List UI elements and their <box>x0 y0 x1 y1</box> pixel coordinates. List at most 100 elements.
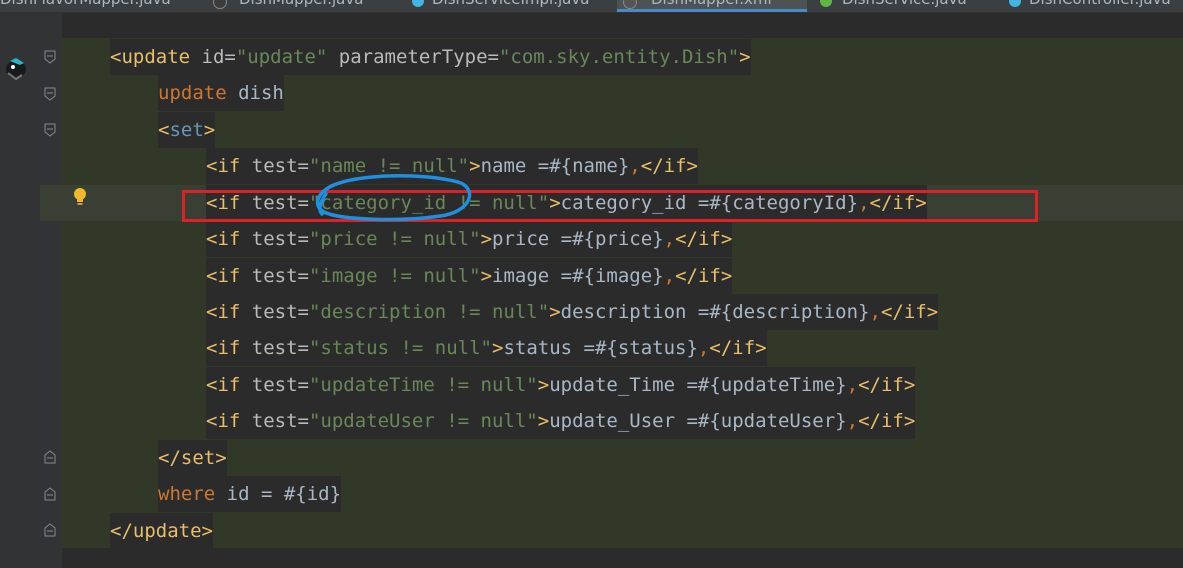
tab-dishserviceimpl[interactable]: DishServiceImpl.java <box>400 0 610 12</box>
attr-name: test= <box>240 337 309 359</box>
code-line: update dish <box>158 75 284 111</box>
fold-marker-icon[interactable] <box>44 450 56 464</box>
attr-name: test= <box>240 228 309 250</box>
attr-name: test= <box>240 410 309 432</box>
attr-name: parameterType= <box>327 46 499 68</box>
comma: , <box>663 265 676 287</box>
tag-close: </if> <box>675 228 733 250</box>
code-line: <update id="update" parameterType="com.s… <box>110 39 751 75</box>
tab-label: DishController.java <box>1029 0 1171 8</box>
attr-value: "update" <box>235 46 328 68</box>
xml-file-icon <box>623 0 637 9</box>
java-interface-icon <box>213 0 227 9</box>
tag-open: <if <box>206 337 241 359</box>
tag-gt: > <box>480 228 493 250</box>
fold-marker-icon[interactable] <box>44 123 56 137</box>
fold-marker-icon[interactable] <box>44 487 56 501</box>
tag-close: </if> <box>675 265 733 287</box>
editor-gutter <box>0 13 62 568</box>
sql-keyword: update <box>158 82 227 104</box>
tab-label: DishFlavorMapper.java <box>0 0 171 8</box>
code-line: <set> <box>158 112 216 148</box>
tag-close: </if> <box>709 337 767 359</box>
attr-value: "price != null" <box>308 228 481 250</box>
tag-close: </if> <box>880 301 939 323</box>
attr-value: "image != null" <box>308 265 481 287</box>
attr-value: "description != null" <box>308 301 550 323</box>
attr-name: test= <box>240 301 309 323</box>
code-editor[interactable]: < update id="update" parameterType="com.s… <box>40 13 1183 568</box>
attr-value: "updateTime != null" <box>308 374 538 396</box>
tag-open: <if <box>206 155 241 177</box>
tag-gt: > <box>739 46 751 68</box>
if-line: <if test="description != null">descripti… <box>206 294 939 330</box>
tag-close: </if> <box>640 155 698 177</box>
fold-marker-icon[interactable] <box>44 523 56 537</box>
comma: , <box>663 228 676 250</box>
attr-value: "updateUser != null" <box>308 410 538 432</box>
sql-text: name =#{name} <box>480 155 630 177</box>
attr-name: id= <box>190 46 236 68</box>
attr-value: "status != null" <box>308 337 492 359</box>
tag-gt: > <box>203 119 216 141</box>
tag-lt: < <box>158 119 170 141</box>
attr-name: test= <box>240 155 309 177</box>
comma: , <box>846 374 859 396</box>
if-line: <if test="status != null">status =#{stat… <box>206 330 767 366</box>
tag-name: set <box>169 119 204 141</box>
tag-open: <if <box>206 301 241 323</box>
tab-dishservice[interactable]: DishService.java <box>812 0 1002 12</box>
comma: , <box>629 155 641 177</box>
sql-text: image =#{image} <box>492 265 664 287</box>
java-interface-icon <box>820 0 832 7</box>
tab-label: DishMapper.xml <box>651 0 772 8</box>
annotation-scribble <box>310 166 480 230</box>
java-class-icon <box>412 0 424 7</box>
comma: , <box>846 410 859 432</box>
sql-text: status =#{status} <box>503 337 698 359</box>
fold-marker-icon[interactable] <box>44 87 56 101</box>
tag-close: </if> <box>858 410 916 432</box>
active-tab-indicator <box>617 9 807 12</box>
if-line: <if test="image != null">image =#{image}… <box>206 258 733 294</box>
fold-marker-icon[interactable] <box>44 50 56 64</box>
tag-open: <if <box>206 265 241 287</box>
tag-gt: > <box>537 374 550 396</box>
comma: , <box>869 301 881 323</box>
plugin-logo-icon <box>2 55 30 87</box>
attr-name: test= <box>240 374 309 396</box>
intention-bulb-icon[interactable] <box>72 187 88 211</box>
tag-gt: > <box>480 265 493 287</box>
tag-gt: > <box>549 301 561 323</box>
tag-close: </if> <box>858 374 916 396</box>
tab-label: DishService.java <box>842 0 967 8</box>
attr-name: test= <box>240 265 309 287</box>
code-line: </update> <box>110 513 213 549</box>
tab-dishflavormapper[interactable]: DishFlavorMapper.java <box>0 0 190 12</box>
tab-dishcontroller[interactable]: DishController.java <box>1005 0 1183 12</box>
sql-text: update_User =#{updateUser} <box>549 410 847 432</box>
sql-text: dish <box>226 82 284 104</box>
tag-open: <if <box>206 374 241 396</box>
editor-tab-bar: DishFlavorMapper.java DishMapper.java Di… <box>0 0 1183 13</box>
tag-gt: > <box>492 337 504 359</box>
tab-dishmapper-xml[interactable]: DishMapper.xml <box>617 0 807 12</box>
sql-text: price =#{price} <box>492 228 664 250</box>
tab-label: DishMapper.java <box>239 0 363 8</box>
tag-open: <if <box>206 228 241 250</box>
comma: , <box>697 337 710 359</box>
sql-text: description =#{description} <box>560 301 870 323</box>
tab-dishmapper-java[interactable]: DishMapper.java <box>205 0 395 12</box>
sql-text: update_Time =#{updateTime} <box>549 374 847 396</box>
code-line: </set> <box>158 440 227 476</box>
tag-close: </set> <box>158 447 227 469</box>
if-line: <if test="updateTime != null">update_Tim… <box>206 367 916 403</box>
java-class-icon <box>1009 0 1021 7</box>
tag-close: </update> <box>110 520 213 542</box>
tab-label: DishServiceImpl.java <box>432 0 589 8</box>
sql-text: id = #{id} <box>215 483 342 505</box>
attr-value: "com.sky.entity.Dish" <box>498 46 740 68</box>
tag-gt: > <box>537 410 550 432</box>
if-line: <if test="updateUser != null">update_Use… <box>206 403 916 439</box>
sql-keyword: where <box>158 483 216 505</box>
